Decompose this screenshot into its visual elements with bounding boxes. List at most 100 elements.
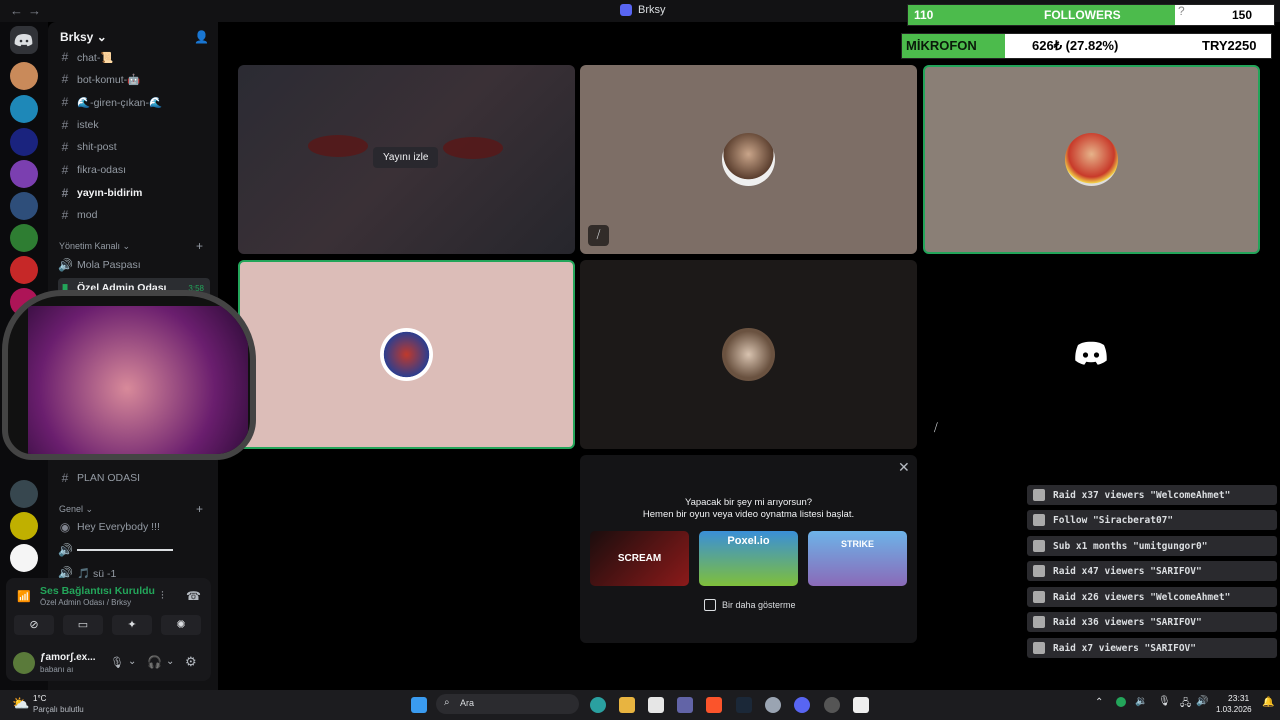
hash-icon: #: [61, 163, 69, 177]
weather-icon[interactable]: ⛅: [12, 695, 29, 712]
app-icon[interactable]: [853, 697, 869, 713]
add-channel-icon[interactable]: +: [196, 502, 203, 516]
server-name-header[interactable]: Brksy ⌄: [60, 30, 107, 44]
followers-label: FOLLOWERS: [1044, 8, 1121, 22]
camera-off-button[interactable]: ⊘: [14, 615, 54, 635]
game-card-scream[interactable]: SCREAM: [590, 531, 689, 586]
event-feed-item: Raid x47 viewers "SARIFOV": [1027, 561, 1277, 581]
participant-tile-speaking[interactable]: [238, 260, 575, 449]
server-icon[interactable]: [10, 256, 38, 284]
channel-fikra-odasi[interactable]: # fikra-odası: [58, 160, 210, 180]
clock-date[interactable]: 1.03.2026: [1216, 705, 1252, 714]
user-avatar[interactable]: [13, 652, 35, 674]
server-icon[interactable]: [10, 480, 38, 508]
participant-tile[interactable]: ⧸: [923, 260, 1260, 449]
settings-gear-icon[interactable]: ⚙: [185, 654, 197, 670]
weather-temp[interactable]: 1°C: [33, 694, 46, 703]
dont-show-again-checkbox[interactable]: [704, 599, 716, 611]
clock-time[interactable]: 23:31: [1228, 693, 1249, 703]
hash-icon: #: [61, 471, 69, 485]
hash-icon: #: [61, 140, 69, 154]
heart-icon: [1033, 514, 1045, 526]
back-arrow-icon[interactable]: ←: [10, 3, 23, 18]
channel-chat[interactable]: # chat-📜: [58, 47, 210, 67]
channel-giren-cikan[interactable]: # 🌊-giren-çıkan-🌊: [58, 92, 210, 112]
hash-icon: #: [61, 50, 69, 64]
taskbar-search[interactable]: ⌕ Ara: [436, 694, 579, 714]
volume-icon[interactable]: 🔉: [1135, 696, 1147, 707]
copilot-icon[interactable]: [590, 697, 606, 713]
server-icon[interactable]: [10, 224, 38, 252]
stream-tile[interactable]: Yayını izle: [238, 65, 575, 254]
server-icon[interactable]: [10, 544, 38, 572]
activities-button[interactable]: ✦: [112, 615, 152, 635]
home-discord-icon[interactable]: [10, 26, 38, 54]
participant-tile[interactable]: ⧸: [580, 65, 917, 254]
disconnect-icon[interactable]: ☎: [186, 589, 201, 603]
app-icon[interactable]: [765, 697, 781, 713]
add-member-icon[interactable]: 👤: [194, 30, 209, 44]
followers-count: 110: [914, 8, 934, 22]
tray-status-icon[interactable]: [1116, 697, 1126, 707]
game-card-poxel[interactable]: Poxel.io: [699, 531, 798, 586]
server-icon[interactable]: [10, 160, 38, 188]
channel-istek[interactable]: # istek: [58, 115, 210, 135]
voice-channel-slider[interactable]: 🔊: [58, 540, 210, 560]
chevron-down-icon[interactable]: ⌄: [166, 656, 174, 667]
participant-avatar: [380, 328, 433, 381]
stream-preview-eye: [443, 137, 503, 159]
weather-desc[interactable]: Parçalı bulutlu: [33, 705, 84, 714]
teams-icon[interactable]: [677, 697, 693, 713]
voice-channel-plan[interactable]: # PLAN ODASI: [58, 468, 210, 488]
channel-yayin-bidirim[interactable]: # yayın-bidirim: [58, 183, 210, 203]
category-genel[interactable]: Genel ⌄: [59, 504, 93, 515]
close-icon[interactable]: ✕: [898, 459, 910, 476]
server-icon[interactable]: [10, 192, 38, 220]
tray-chevron-icon[interactable]: ⌃: [1095, 697, 1103, 708]
windows-taskbar: [0, 690, 1280, 720]
notification-icon[interactable]: 🔔: [1262, 697, 1274, 708]
microphone-icon[interactable]: 🎙: [110, 656, 124, 669]
add-channel-icon[interactable]: +: [196, 239, 203, 253]
screen-share-button[interactable]: ▭: [63, 615, 103, 635]
discord-taskbar-icon[interactable]: [794, 697, 810, 713]
watch-stream-button[interactable]: Yayını izle: [373, 147, 439, 168]
voice-channel-mola[interactable]: 🔊 Mola Paspası: [58, 255, 210, 275]
participant-tile[interactable]: [580, 260, 917, 449]
network-icon[interactable]: 🖧: [1180, 696, 1191, 713]
activity-subtitle: Hemen bir oyun veya video oynatma listes…: [642, 509, 855, 520]
participant-tile-speaking[interactable]: [923, 65, 1260, 254]
noise-suppression-icon[interactable]: ⫶: [161, 590, 164, 603]
obs-icon[interactable]: [824, 697, 840, 713]
chevron-down-icon[interactable]: ⌄: [128, 656, 136, 667]
stage-channel-hey[interactable]: ◉ Hey Everybody !!!: [58, 517, 210, 537]
server-icon[interactable]: [10, 95, 38, 123]
followers-goal-bar: 110 FOLLOWERS ? 150: [907, 4, 1275, 26]
channel-shit-post[interactable]: # shit-post: [58, 137, 210, 157]
steam-icon[interactable]: [736, 697, 752, 713]
volume-slider[interactable]: [77, 549, 173, 551]
server-icon[interactable]: [10, 62, 38, 90]
server-icon[interactable]: [10, 512, 38, 540]
signal-icon: 📶: [17, 591, 31, 603]
hash-icon: #: [61, 118, 69, 132]
user-name[interactable]: ƒamorʃ.ex...: [40, 652, 96, 663]
headphones-icon[interactable]: 🎧: [147, 655, 162, 669]
microphone-icon[interactable]: 🎙: [1158, 696, 1171, 707]
server-icon[interactable]: [10, 128, 38, 156]
file-explorer-icon[interactable]: [619, 697, 635, 713]
soundboard-button[interactable]: ✺: [161, 615, 201, 635]
speaker-icon[interactable]: 🔊: [1196, 696, 1208, 707]
star-icon: [1033, 540, 1045, 552]
activity-suggestion-card: ✕ Yapacak bir şey mi arıyorsun? Hemen bi…: [580, 455, 917, 643]
brave-browser-icon[interactable]: [706, 697, 722, 713]
channel-mod[interactable]: # mod: [58, 205, 210, 225]
store-icon[interactable]: [648, 697, 664, 713]
category-yonetim[interactable]: Yönetim Kanalı ⌄: [59, 241, 130, 252]
voice-status-subtitle[interactable]: Özel Admin Odası / Brksy: [40, 598, 131, 607]
channel-bot-komut[interactable]: # bot-komut-🤖: [58, 69, 210, 89]
forward-arrow-icon[interactable]: →: [28, 3, 41, 18]
chevron-down-icon: ⌄: [96, 30, 107, 44]
game-card-strike[interactable]: STRIKE: [808, 531, 907, 586]
windows-start-icon[interactable]: [411, 697, 427, 713]
